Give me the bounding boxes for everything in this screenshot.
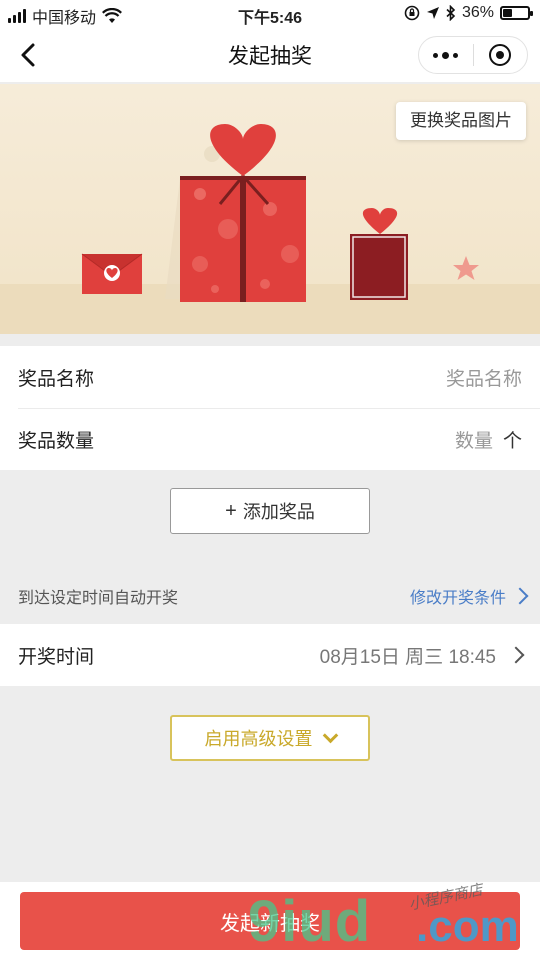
draw-condition-text: 到达设定时间自动开奖 — [18, 590, 179, 607]
small-gift-icon — [350, 208, 408, 300]
close-mini-program-button[interactable] — [474, 37, 528, 73]
draw-time-group: 开奖时间 08月15日 周三 18:45 — [0, 624, 540, 686]
large-gift-icon — [165, 124, 306, 302]
add-prize-label: 添加奖品 — [242, 502, 315, 522]
quantity-unit: 个 — [502, 430, 522, 452]
status-right: 36% — [404, 4, 533, 22]
target-icon — [489, 44, 512, 66]
launch-lottery-button[interactable]: 发起新抽奖 — [20, 892, 520, 950]
red-envelope-icon — [81, 253, 143, 294]
mini-program-capsule — [418, 36, 528, 74]
draw-condition-row: 到达设定时间自动开奖 修改开奖条件 — [0, 576, 540, 616]
more-button[interactable] — [419, 37, 473, 73]
plus-icon: + — [225, 499, 237, 522]
advanced-settings-label: 启用高级设置 — [204, 729, 313, 749]
star-icon — [453, 256, 479, 280]
change-prize-image-button[interactable]: 更换奖品图片 — [396, 102, 526, 140]
more-dots-icon — [433, 51, 459, 59]
draw-time-field: 08月15日 周三 18:45 — [319, 642, 525, 669]
prize-quantity-field: 数量 个 — [455, 426, 522, 453]
status-bar: 中国移动 下午5:46 36% — [0, 0, 540, 28]
prize-name-input[interactable]: 奖品名称 — [446, 364, 522, 391]
prize-quantity-label: 奖品数量 — [18, 430, 95, 452]
modify-draw-condition-link[interactable]: 修改开奖条件 — [409, 584, 529, 608]
prize-banner: 更换奖品图片 — [0, 84, 540, 334]
bottom-bar: 发起新抽奖 — [0, 882, 540, 960]
nav-bar: 发起抽奖 — [0, 28, 540, 82]
chevron-right-icon — [511, 587, 529, 605]
draw-time-label: 开奖时间 — [18, 646, 95, 668]
prize-quantity-row[interactable]: 奖品数量 数量 个 — [0, 408, 540, 470]
battery-fill — [503, 9, 512, 17]
modify-draw-condition-label: 修改开奖条件 — [409, 590, 506, 607]
draw-time-row[interactable]: 开奖时间 08月15日 周三 18:45 — [0, 624, 540, 686]
prize-quantity-input[interactable]: 数量 — [455, 426, 493, 453]
prize-name-label: 奖品名称 — [18, 368, 95, 390]
bluetooth-icon — [446, 5, 456, 21]
add-prize-button[interactable]: + 添加奖品 — [170, 488, 370, 534]
prize-name-row[interactable]: 奖品名称 奖品名称 — [0, 346, 540, 408]
advanced-settings-button[interactable]: 启用高级设置 — [170, 715, 370, 761]
orientation-lock-icon — [404, 5, 420, 21]
battery-icon — [500, 6, 533, 20]
location-icon — [426, 7, 439, 19]
draw-time-value: 08月15日 周三 18:45 — [319, 646, 496, 668]
chevron-right-icon — [507, 646, 525, 664]
prize-form: 奖品名称 奖品名称 奖品数量 数量 个 — [0, 346, 540, 470]
chevron-down-icon — [322, 727, 338, 743]
battery-percent: 36% — [461, 4, 494, 21]
